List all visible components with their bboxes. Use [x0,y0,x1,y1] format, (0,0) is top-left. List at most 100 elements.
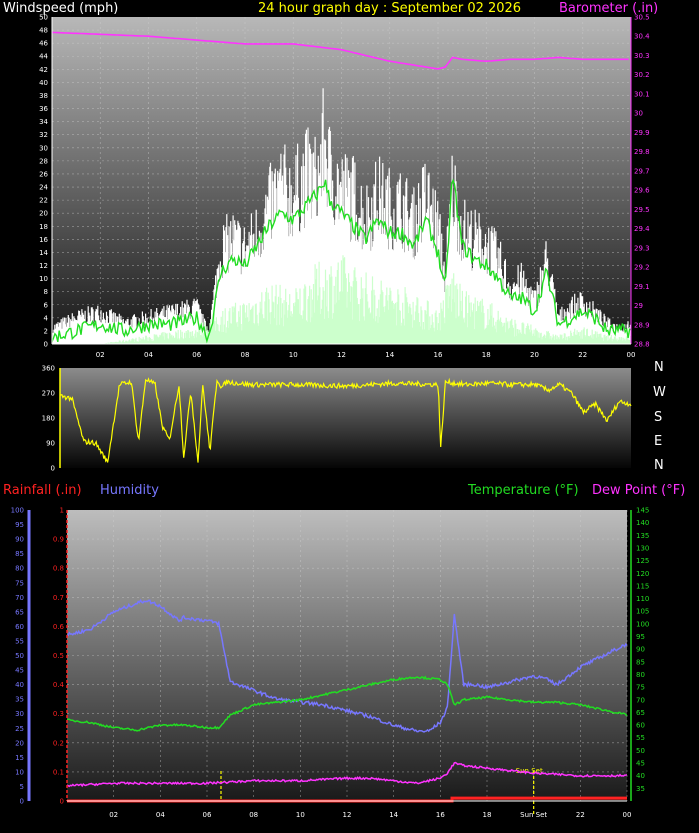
humidity-y-tick-label: 55 [15,637,24,645]
humidity-y-tick-label: 70 [15,594,24,602]
humidity-y-tick-label: 100 [11,507,24,515]
wind-x-tick-label: 02 [96,351,105,359]
direction-y-tick-label: 180 [42,415,55,423]
temperature-y-tick-label: 105 [636,608,649,616]
wind-x-tick-label: 22 [578,351,587,359]
climate-x-tick-label: 12 [343,811,352,819]
temperature-y-tick-label: 140 [636,519,649,527]
temperature-y-tick-label: 60 [636,722,645,730]
temperature-y-tick-label: 70 [636,696,645,704]
humidity-y-tick-label: 45 [15,667,24,675]
wind-y-tick-label: 18 [39,223,48,231]
temperature-y-tick-label: 75 [636,684,645,692]
wind-x-tick-label: 18 [482,351,491,359]
wind-y-tick-label: 12 [39,262,48,270]
barometer-y-tick-label: 28.8 [634,341,650,349]
temperature-y-tick-label: 110 [636,595,649,603]
wind-y-tick-label: 0 [44,341,48,349]
humidity-y-tick-label: 85 [15,550,24,558]
wind-y-tick-label: 2 [44,327,48,335]
humidity-y-tick-label: 90 [15,536,24,544]
direction-y-tick-label: 270 [42,390,55,398]
temperature-y-tick-label: 120 [636,570,649,578]
humidity-y-tick-label: 35 [15,696,24,704]
barometer-y-tick-label: 29.8 [634,148,650,156]
wind-y-tick-label: 26 [39,170,48,178]
wind-y-tick-label: 14 [39,249,48,257]
barometer-y-tick-label: 30.4 [634,33,650,41]
wind-x-tick-label: 14 [385,351,394,359]
climate-x-tick-label: 02 [109,811,118,819]
humidity-y-tick-label: 30 [15,710,24,718]
wind-y-tick-label: 4 [44,314,49,322]
temperature-y-tick-label: 100 [636,620,649,628]
wind-y-tick-label: 32 [39,131,48,139]
wind-y-tick-label: 20 [39,210,48,218]
temperature-y-tick-label: 85 [636,658,645,666]
rain-y-tick-label: 0.9 [53,536,64,544]
temperature-y-tick-label: 65 [636,709,645,717]
temperature-y-tick-label: 125 [636,557,649,565]
barometer-y-tick-label: 30.1 [634,90,650,98]
wind-x-tick-label: 10 [289,351,298,359]
humidity-y-tick-label: 5 [20,783,24,791]
temperature-y-tick-label: 40 [636,772,645,780]
wind-y-tick-label: 6 [44,301,49,309]
humidity-y-tick-label: 20 [15,739,24,747]
temperature-y-tick-label: 135 [636,532,649,540]
wind-x-tick-label: 08 [241,351,250,359]
rain-y-tick-label: 0.8 [53,565,64,573]
wind-y-tick-label: 22 [39,197,48,205]
direction-y-tick-label: 0 [51,465,55,473]
wind-x-tick-label: 04 [144,351,153,359]
climate-x-tick-label: 08 [249,811,258,819]
barometer-y-tick-label: 30.3 [634,52,650,60]
wind-x-tick-label: 20 [530,351,539,359]
rain-y-tick-label: 0 [60,798,64,806]
wind-y-tick-label: 46 [39,40,48,48]
humidity-y-tick-label: 80 [15,565,24,573]
temperature-y-tick-label: 115 [636,582,649,590]
wind-y-tick-label: 50 [39,14,48,22]
rain-y-tick-label: 1 [60,507,64,515]
rain-y-tick-label: 0.1 [53,768,64,776]
rain-y-tick-label: 0.7 [53,594,64,602]
rain-y-tick-label: 0.5 [53,652,64,660]
barometer-y-tick-label: 28.9 [634,321,650,329]
barometer-y-tick-label: 29.7 [634,167,650,175]
barometer-y-tick-label: 30.2 [634,71,650,79]
humidity-y-tick-label: 15 [15,754,24,762]
humidity-y-tick-label: 40 [15,681,24,689]
climate-x-tick-label: 10 [296,811,305,819]
wind-y-tick-label: 42 [39,66,48,74]
climate-x-tick-label: 04 [156,811,165,819]
humidity-y-tick-label: 50 [15,652,24,660]
humidity-y-tick-label: 95 [15,521,24,529]
barometer-y-tick-label: 29 [634,302,643,310]
barometer-y-tick-label: 29.5 [634,206,650,214]
wind-y-tick-label: 48 [39,27,48,35]
climate-x-tick-label: 06 [203,811,212,819]
direction-y-tick-label: 90 [46,440,55,448]
rain-y-tick-label: 0.2 [53,739,64,747]
climate-x-tick-label: 16 [436,811,445,819]
rain-y-tick-label: 0.6 [53,623,65,631]
temperature-y-tick-label: 130 [636,544,649,552]
barometer-y-tick-label: 29.6 [634,187,650,195]
weather-graphs: Sun Set 02468101214161820222426283032343… [11,14,651,820]
temperature-y-tick-label: 50 [636,747,645,755]
temperature-y-tick-label: 145 [636,507,649,515]
temperature-y-tick-label: 55 [636,734,645,742]
rain-y-tick-label: 0.3 [53,710,64,718]
humidity-y-tick-label: 25 [15,725,24,733]
climate-x-tick-label: 14 [389,811,398,819]
temperature-y-tick-label: 90 [636,646,645,654]
temperature-y-tick-label: 35 [636,785,645,793]
barometer-y-tick-label: 30.5 [634,14,650,22]
barometer-y-tick-label: 29.9 [634,129,650,137]
temperature-y-tick-label: 45 [636,760,645,768]
humidity-y-tick-label: 60 [15,623,24,631]
barometer-y-tick-label: 29.4 [634,225,650,233]
wind-y-tick-label: 8 [44,288,48,296]
climate-x-tick-label: Sun Set [520,811,547,819]
